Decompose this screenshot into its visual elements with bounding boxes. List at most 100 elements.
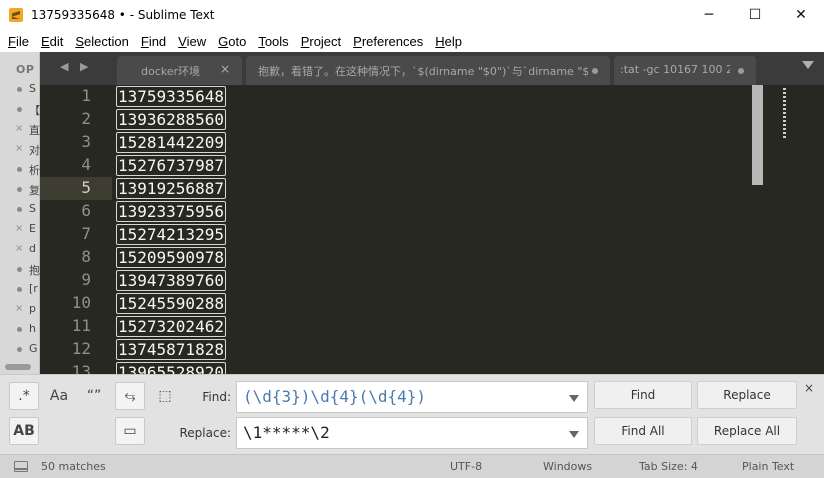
replace-button[interactable]: Replace — [697, 381, 797, 409]
highlight-matches-toggle[interactable]: ▭ — [115, 417, 145, 445]
menu-view[interactable]: View — [172, 34, 212, 49]
sidebar-file-name: G — [29, 342, 38, 355]
find-history-dropdown-icon[interactable] — [569, 395, 579, 402]
sidebar-open-file[interactable]: × E — [0, 220, 40, 240]
maximize-button[interactable]: ☐ — [732, 0, 778, 30]
find-button[interactable]: Find — [594, 381, 692, 409]
menu-goto[interactable]: Goto — [212, 34, 252, 49]
tab-size-indicator[interactable]: Tab Size: 4 — [639, 460, 698, 473]
file-dot-icon — [17, 167, 22, 172]
menu-preferences[interactable]: Preferences — [347, 34, 429, 49]
line-text: 15273202462 — [116, 316, 226, 337]
tab-dirname[interactable]: 抱歉，看错了。在这种情况下，`$(dirname "$0")`与`dirname… — [246, 56, 610, 85]
panel-switcher-icon[interactable] — [14, 461, 28, 472]
sidebar-open-file[interactable]: × d — [0, 240, 40, 260]
sidebar-file-name: [r — [29, 282, 38, 295]
menu-help[interactable]: Help — [429, 34, 468, 49]
close-file-icon[interactable]: × — [15, 143, 23, 154]
sidebar-open-file[interactable]: × 对 — [0, 140, 40, 160]
menu-project[interactable]: Project — [295, 34, 347, 49]
menu-tools[interactable]: Tools — [252, 34, 294, 49]
tab-jstat[interactable]: :tat -gc 10167 100 20 — [614, 56, 756, 85]
replace-input-value: \1*****\2 — [243, 423, 330, 442]
sidebar-open-file[interactable]: × p — [0, 300, 40, 320]
sidebar-open-file[interactable]: × 直 — [0, 120, 40, 140]
preserve-case-toggle[interactable]: AB — [9, 417, 39, 445]
sidebar-open-file[interactable]: 复 — [0, 180, 40, 200]
menu-tools-label: ools — [264, 33, 289, 49]
find-input[interactable]: (\d{3})\d{4}(\d{4}) — [236, 381, 588, 413]
line-number: 4 — [81, 155, 91, 174]
editor-line[interactable]: 13 13965528920 — [40, 361, 824, 374]
tab-nav-arrows[interactable]: ◀ ▶ — [60, 60, 92, 73]
editor-scrollbar[interactable] — [752, 85, 763, 185]
editor-line[interactable]: 2 13936288560 — [40, 108, 824, 131]
syntax-indicator[interactable]: Plain Text — [742, 460, 794, 473]
sidebar-open-file[interactable]: 【 — [0, 100, 40, 120]
editor-line[interactable]: 6 13923375956 — [40, 200, 824, 223]
close-button[interactable]: ✕ — [778, 0, 824, 30]
menu-selection[interactable]: Selection — [69, 34, 134, 49]
minimize-button[interactable]: ─ — [686, 0, 732, 30]
close-icon[interactable]: × — [220, 62, 230, 76]
sidebar-open-file[interactable]: 析 — [0, 160, 40, 180]
wrap-toggle[interactable]: ⥃ — [115, 382, 145, 410]
editor[interactable]: 1 13759335648 2 13936288560 3 15281442209 4 152… — [40, 85, 824, 374]
editor-line[interactable]: 11 15273202462 — [40, 315, 824, 338]
close-file-icon[interactable]: × — [15, 243, 23, 254]
editor-line[interactable]: 12 13745871828 — [40, 338, 824, 361]
encoding-indicator[interactable]: UTF-8 — [450, 460, 482, 473]
tab-overflow-icon[interactable] — [802, 61, 814, 69]
close-file-icon[interactable]: × — [15, 123, 23, 134]
whole-word-toggle[interactable]: “” — [79, 382, 109, 410]
unsaved-dot-icon[interactable] — [592, 68, 598, 74]
sidebar-open-file[interactable]: 抱 — [0, 260, 40, 280]
line-text: 13759335648 — [116, 86, 226, 107]
close-file-icon[interactable]: × — [15, 303, 23, 314]
sidebar-open-file[interactable]: S — [0, 80, 40, 100]
replace-all-button[interactable]: Replace All — [697, 417, 797, 445]
close-file-icon[interactable]: × — [15, 223, 23, 234]
editor-line[interactable]: 4 15276737987 — [40, 154, 824, 177]
close-find-panel-icon[interactable]: × — [804, 381, 814, 395]
line-text: 15274213295 — [116, 224, 226, 245]
unsaved-dot-icon[interactable] — [738, 68, 744, 74]
sidebar: OP S 【× 直 × 对析复 S × E × d 抱 [r × p h G — [0, 52, 40, 374]
menu-find[interactable]: Find — [135, 34, 172, 49]
file-dot-icon — [17, 107, 22, 112]
menu-file[interactable]: File — [2, 34, 35, 49]
case-sensitive-toggle[interactable]: Aa — [44, 382, 74, 410]
editor-line[interactable]: 7 15274213295 — [40, 223, 824, 246]
line-text: 15281442209 — [116, 132, 226, 153]
sidebar-open-file[interactable]: h — [0, 320, 40, 340]
menu-find-accel: F — [140, 33, 149, 49]
line-number: 2 — [81, 109, 91, 128]
line-text: 13965528920 — [116, 362, 226, 374]
sidebar-open-file[interactable]: G — [0, 340, 40, 360]
replace-history-dropdown-icon[interactable] — [569, 431, 579, 438]
editor-line[interactable]: 10 15245590288 — [40, 292, 824, 315]
line-number: 5 — [81, 178, 91, 197]
sidebar-file-name: 复 — [29, 184, 40, 197]
find-all-button[interactable]: Find All — [594, 417, 692, 445]
minimap[interactable] — [783, 88, 786, 140]
editor-line[interactable]: 8 15209590978 — [40, 246, 824, 269]
file-dot-icon — [17, 207, 22, 212]
tab-docker[interactable]: docker环境 × — [117, 56, 242, 85]
sidebar-scrollbar[interactable] — [5, 364, 31, 370]
line-number: 9 — [81, 270, 91, 289]
menu-edit[interactable]: Edit — [35, 34, 69, 49]
editor-line[interactable]: 3 15281442209 — [40, 131, 824, 154]
line-number: 11 — [71, 316, 91, 335]
sidebar-open-file[interactable]: S — [0, 200, 40, 220]
sidebar-file-name: 析 — [29, 164, 40, 177]
sidebar-open-file[interactable]: [r — [0, 280, 40, 300]
menu-edit-label: dit — [49, 33, 64, 49]
menu-help-accel: H — [435, 33, 445, 49]
editor-line[interactable]: 1 13759335648 — [40, 85, 824, 108]
editor-line[interactable]: 5 13919256887 — [40, 177, 824, 200]
line-endings-indicator[interactable]: Windows — [543, 460, 592, 473]
replace-input[interactable]: \1*****\2 — [236, 417, 588, 449]
regex-toggle[interactable]: .* — [9, 382, 39, 410]
editor-line[interactable]: 9 13947389760 — [40, 269, 824, 292]
